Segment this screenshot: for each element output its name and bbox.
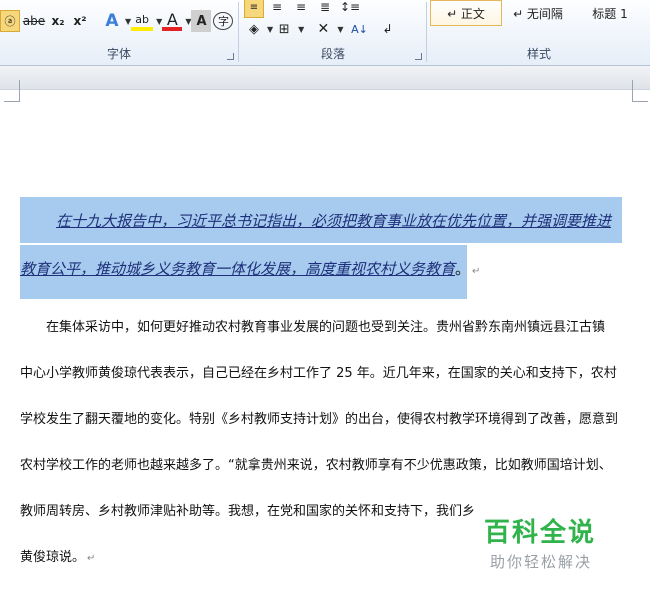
body-text-line[interactable]: 在集体采访中，如何更好推动农村教育事业发展的问题也受到关注。贵州省黔东南州镇远县…	[20, 316, 605, 335]
body-text-line[interactable]: 教师周转房、乡村教师津贴补助等。我想，在党和国家的关怀和支持下，我们乡	[20, 500, 475, 519]
show-marks-icon[interactable]: ↲	[377, 18, 397, 40]
paragraph-mark-icon: ↵	[472, 266, 481, 277]
styles-gallery: ↵ 正文 ↵ 无间隔 标题 1	[430, 0, 650, 28]
superscript-button[interactable]: x²	[70, 10, 90, 32]
ribbon: ⓐ abe x₂ x² A ▼ ab ▼ A ▼ A 字 字体 ≡ ≡ ≡ ≣ …	[0, 0, 650, 66]
justify-icon[interactable]: ≣	[314, 0, 336, 18]
align-right-icon[interactable]: ≡	[290, 0, 312, 18]
char-shading-button[interactable]: A	[191, 10, 212, 32]
styles-group-label: 样式	[526, 47, 551, 61]
highlight-button[interactable]: ab	[131, 11, 154, 31]
paragraph-group-label: 段落	[320, 47, 345, 61]
watermark: 百科全说 助你轻松解决	[484, 512, 596, 572]
margin-corner-mark	[632, 80, 648, 102]
font-group: ⓐ abe x₂ x² A ▼ ab ▼ A ▼ A 字 字体	[0, 0, 238, 66]
chinese-layout-icon[interactable]: ✕	[312, 18, 334, 40]
align-left-icon[interactable]: ≡	[244, 0, 264, 18]
ruler-area	[0, 66, 650, 90]
margin-corner-mark	[4, 80, 20, 102]
body-text-line[interactable]: 中心小学教师黄俊琼代表表示，自己已经在乡村工作了 25 年。近几年来，在国家的关…	[20, 362, 617, 381]
chevron-down-icon[interactable]: ▼	[298, 25, 304, 34]
borders-icon[interactable]: ⊞	[273, 18, 295, 40]
shading-icon[interactable]: ◈	[244, 18, 264, 40]
selected-text-line[interactable]: 在十九大报告中，习近平总书记指出，必须把教育事业放在优先位置，并强调要推进	[56, 210, 611, 231]
font-color-button[interactable]: A	[162, 10, 183, 31]
enclose-char-button[interactable]: 字	[213, 12, 234, 30]
separator	[426, 2, 427, 62]
line-spacing-icon[interactable]: ↕≡	[338, 0, 362, 18]
separator	[238, 2, 239, 62]
strikethrough-button[interactable]: abe	[22, 10, 46, 32]
body-text-line[interactable]: 农村学校工作的老师也越来越多了。“就拿贵州来说，农村教师享有不少优惠政策，比如教…	[20, 454, 612, 473]
style-heading-1[interactable]: 标题 1	[574, 0, 646, 26]
chevron-down-icon[interactable]: ▼	[337, 25, 343, 34]
subscript-button[interactable]: x₂	[48, 10, 68, 32]
text-effects-button[interactable]: A	[102, 10, 122, 32]
body-text-line[interactable]: 学校发生了翻天覆地的变化。特别《乡村教师支持计划》的出台，使得农村教学环境得到了…	[20, 408, 618, 427]
font-group-label: 字体	[106, 47, 131, 61]
paragraph-mark-icon: ↵	[87, 553, 96, 564]
watermark-subtitle: 助你轻松解决	[490, 553, 593, 571]
watermark-title: 百科全说	[484, 518, 597, 548]
styles-group: ↵ 正文 ↵ 无间隔 标题 1 样式	[428, 0, 650, 66]
sort-icon[interactable]: A↓	[349, 18, 369, 40]
paragraph-dialog-launcher-icon[interactable]	[415, 53, 422, 60]
align-center-icon[interactable]: ≡	[266, 0, 288, 18]
style-normal[interactable]: ↵ 正文	[430, 0, 502, 26]
style-no-spacing[interactable]: ↵ 无间隔	[502, 0, 574, 26]
font-dialog-launcher-icon[interactable]	[227, 53, 234, 60]
paragraph-group: ≡ ≡ ≡ ≣ ↕≡ ◈ ▼ ⊞ ▼ ✕ ▼ A↓ ↲ 段落	[240, 0, 426, 66]
char-case-button[interactable]: ⓐ	[0, 10, 20, 32]
selected-text-line[interactable]: 教育公平，推动城乡义务教育一体化发展，高度重视农村义务教育。 ↵	[20, 258, 480, 279]
body-text-line[interactable]: 黄俊琼说。 ↵	[20, 546, 95, 565]
